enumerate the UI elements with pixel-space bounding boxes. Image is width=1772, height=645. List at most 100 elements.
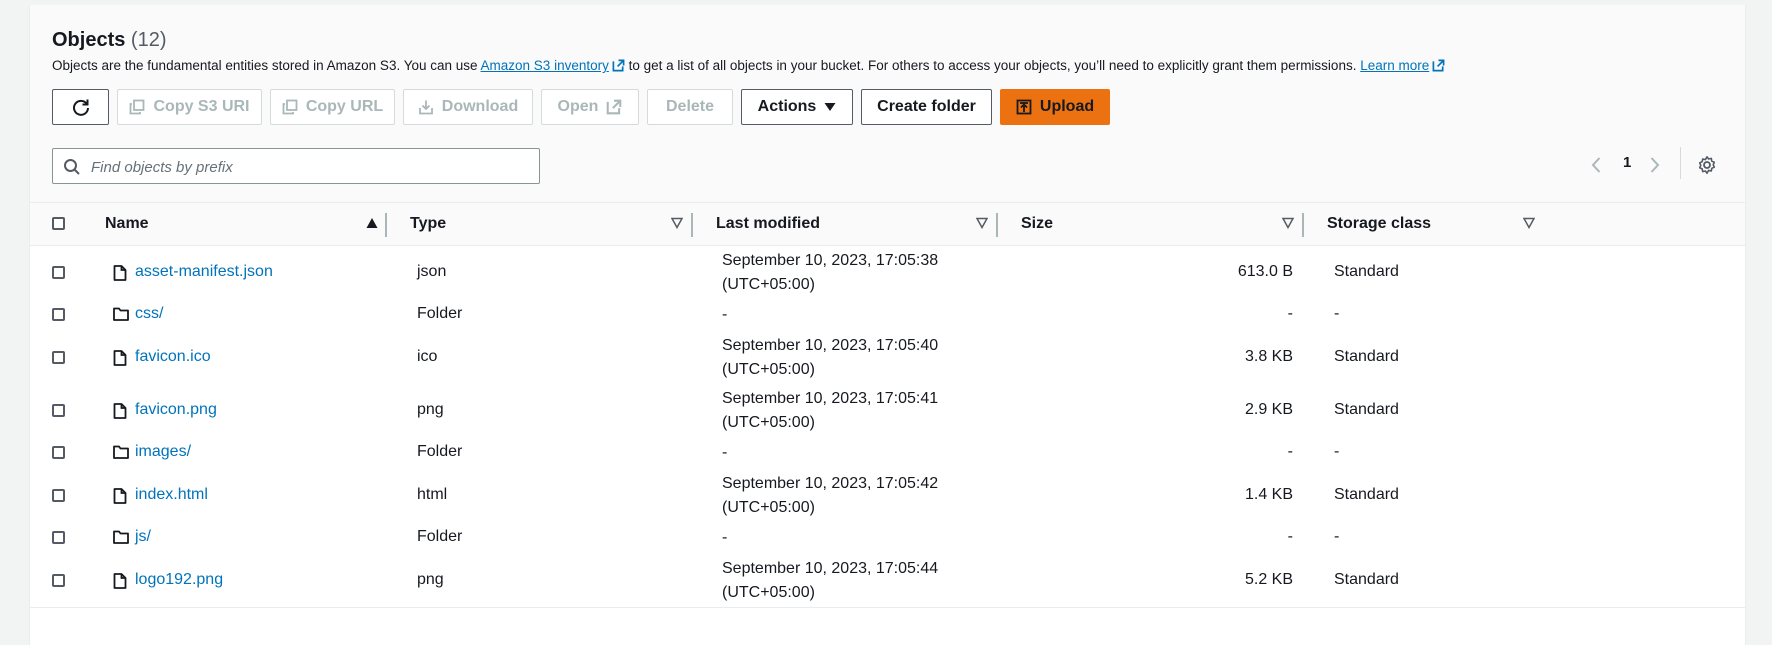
object-storage-class: Standard (1334, 348, 1399, 365)
object-name-link[interactable]: index.html (135, 486, 208, 504)
actions-dropdown-button[interactable]: Actions (741, 89, 853, 125)
row-checkbox[interactable] (52, 574, 65, 587)
sort-ascending-icon[interactable] (366, 217, 378, 229)
previous-page-icon[interactable] (1590, 156, 1602, 174)
object-name-link[interactable]: js/ (135, 528, 151, 546)
object-size: 5.2 KB (1244, 571, 1293, 588)
object-last-modified: September 10, 2023, 17:05:38 (UTC+05:00) (722, 249, 938, 297)
upload-icon (1016, 99, 1032, 115)
object-count: (12) (130, 29, 167, 51)
copy-icon (282, 99, 298, 115)
modified-date: September 10, 2023, 17:05:42 (722, 475, 939, 492)
table-row[interactable]: asset-manifest.json json September 10, 202… (30, 246, 1745, 300)
object-last-modified: September 10, 2023, 17:05:44 (UTC+05:00) (722, 557, 938, 605)
open-label: Open (557, 98, 599, 115)
object-size: 2.9 KB (1244, 401, 1293, 418)
objects-panel: Objects (12) Objects are the fundamental… (29, 5, 1746, 645)
object-storage-class: Standard (1334, 571, 1399, 588)
objects-description: Objects are the fundamental entities sto… (52, 58, 1445, 73)
sort-icon[interactable] (976, 217, 988, 229)
copy-url-label: Copy URL (305, 98, 384, 115)
column-header-name[interactable]: Name (105, 203, 149, 245)
upload-button[interactable]: Upload (1000, 89, 1110, 125)
column-divider[interactable] (1302, 213, 1304, 237)
object-size: 1.4 KB (1244, 486, 1293, 503)
table-row[interactable]: favicon.png png September 10, 2023, 17:05:… (30, 384, 1745, 438)
learn-more-link[interactable]: Learn more (1360, 58, 1429, 73)
modified-date: September 10, 2023, 17:05:44 (722, 560, 939, 577)
object-name-link[interactable]: css/ (135, 305, 163, 323)
row-checkbox[interactable] (52, 489, 65, 502)
row-checkbox[interactable] (52, 266, 65, 279)
external-link-icon (607, 99, 622, 115)
object-storage-class: Standard (1334, 486, 1399, 503)
object-size: - (1287, 528, 1293, 545)
row-checkbox[interactable] (52, 351, 65, 364)
table-row[interactable]: index.html html September 10, 2023, 17:05:… (30, 469, 1745, 523)
object-type: png (417, 571, 444, 588)
search-input[interactable] (89, 149, 533, 185)
table-row[interactable]: js/Folder - - - (30, 522, 1745, 555)
object-size: 613.0 B (1237, 263, 1293, 280)
caret-down-icon (824, 103, 836, 111)
table-row[interactable]: images/Folder - - - (30, 437, 1745, 470)
copy-icon (130, 99, 145, 115)
row-checkbox[interactable] (52, 404, 65, 417)
external-link-icon[interactable] (612, 59, 625, 72)
gear-icon[interactable] (1697, 155, 1717, 175)
object-name-link[interactable]: favicon.ico (135, 348, 211, 366)
object-type: png (417, 401, 444, 418)
column-header-storage-class[interactable]: Storage class (1327, 203, 1431, 245)
modified-timezone: (UTC+05:00) (722, 414, 815, 431)
column-header-size[interactable]: Size (1021, 203, 1053, 245)
download-button[interactable]: Download (403, 89, 533, 125)
row-checkbox[interactable] (52, 446, 65, 459)
column-divider[interactable] (996, 213, 998, 237)
external-link-icon[interactable] (1432, 59, 1445, 72)
open-button[interactable]: Open (541, 89, 639, 125)
modified-timezone: (UTC+05:00) (722, 361, 815, 378)
object-name-link[interactable]: asset-manifest.json (135, 263, 273, 281)
object-storage-class: Standard (1334, 263, 1399, 280)
modified-timezone: (UTC+05:00) (722, 276, 815, 293)
copy-s3-uri-button[interactable]: Copy S3 URI (117, 89, 262, 125)
file-icon (113, 403, 127, 424)
current-page-number[interactable]: 1 (1623, 154, 1631, 171)
modified-timezone: (UTC+05:00) (722, 499, 815, 516)
object-storage-class: Standard (1334, 401, 1399, 418)
next-page-icon[interactable] (1649, 156, 1661, 174)
object-type: ico (417, 348, 438, 365)
select-all-checkbox[interactable] (52, 217, 65, 230)
table-row[interactable]: logo192.png png September 10, 2023, 17:05:… (30, 554, 1745, 608)
column-divider[interactable] (385, 213, 387, 237)
pager-divider (1680, 147, 1681, 179)
column-divider[interactable] (691, 213, 693, 237)
folder-icon (113, 445, 129, 464)
object-name-link[interactable]: logo192.png (135, 571, 223, 589)
row-checkbox[interactable] (52, 308, 65, 321)
object-type: Folder (417, 443, 463, 460)
sort-icon[interactable] (671, 217, 683, 229)
refresh-button[interactable] (52, 89, 109, 125)
modified-timezone: (UTC+05:00) (722, 584, 815, 601)
object-name-link[interactable]: images/ (135, 443, 191, 461)
sort-icon[interactable] (1523, 217, 1535, 229)
inventory-link[interactable]: Amazon S3 inventory (481, 58, 609, 73)
object-size: - (1287, 443, 1293, 460)
table-row[interactable]: favicon.ico ico September 10, 2023, 17:05:… (30, 331, 1745, 385)
object-size: - (1287, 305, 1293, 322)
modified-date: - (722, 306, 728, 323)
table-row[interactable]: css/Folder - - - (30, 299, 1745, 332)
row-checkbox[interactable] (52, 531, 65, 544)
copy-url-button[interactable]: Copy URL (270, 89, 395, 125)
column-header-last-modified[interactable]: Last modified (716, 203, 820, 245)
refresh-icon (72, 99, 89, 116)
object-name-link[interactable]: favicon.png (135, 401, 217, 419)
column-header-type[interactable]: Type (410, 203, 446, 245)
search-field[interactable] (52, 148, 540, 185)
delete-button[interactable]: Delete (647, 89, 733, 125)
create-folder-button[interactable]: Create folder (861, 89, 992, 125)
sort-icon[interactable] (1282, 217, 1294, 229)
file-icon (113, 488, 127, 509)
object-size: 3.8 KB (1244, 348, 1293, 365)
